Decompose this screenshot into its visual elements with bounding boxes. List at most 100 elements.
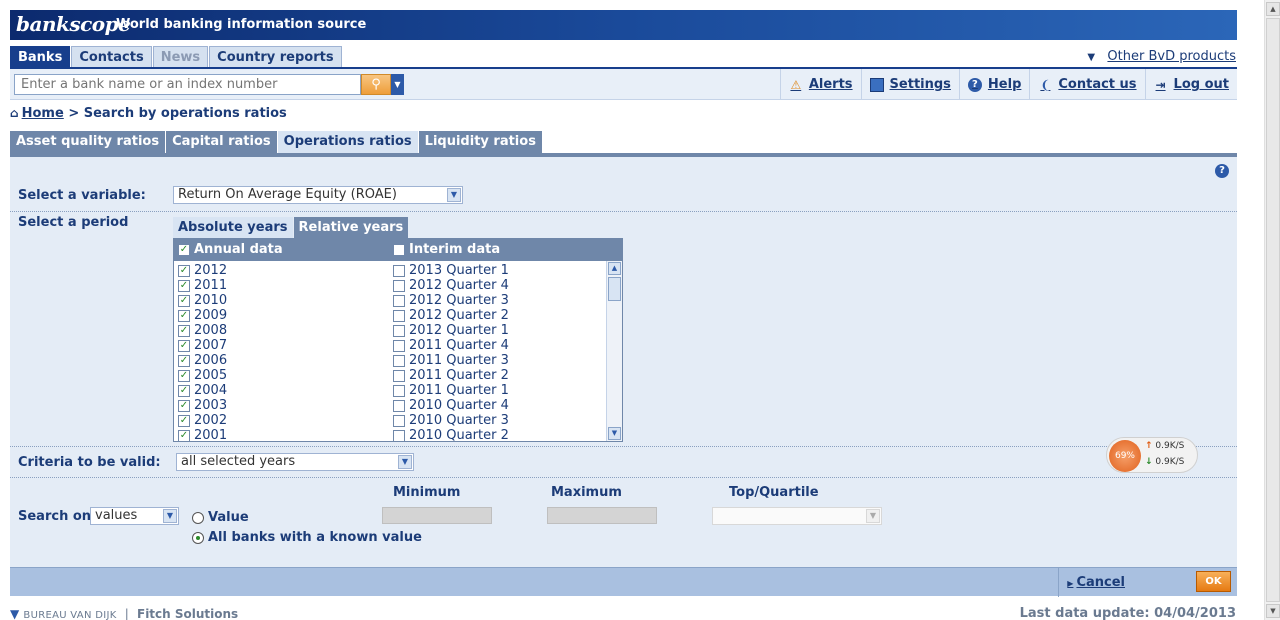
- tab-contacts[interactable]: Contacts: [71, 46, 152, 68]
- annual-item-label: 2012: [194, 263, 228, 278]
- interim-checkbox[interactable]: [393, 414, 405, 427]
- annual-list-item[interactable]: ✓ 2006: [178, 353, 227, 368]
- tab-absolute-years[interactable]: Absolute years: [173, 217, 293, 238]
- interim-checkbox[interactable]: [393, 369, 405, 382]
- ok-button[interactable]: OK: [1196, 571, 1231, 592]
- interim-list-item[interactable]: 2010 Quarter 3: [393, 413, 509, 428]
- annual-checkbox[interactable]: ✓: [178, 369, 190, 382]
- value-radio[interactable]: [192, 511, 204, 524]
- annual-list-item[interactable]: ✓ 2004: [178, 383, 227, 398]
- interim-list-item[interactable]: 2011 Quarter 2: [393, 368, 509, 383]
- tab-relative-years[interactable]: Relative years: [293, 217, 409, 238]
- value-radio-option[interactable]: Value: [192, 510, 249, 525]
- search-button[interactable]: ⚲: [361, 74, 391, 95]
- chevron-down-icon: ▼: [394, 80, 401, 89]
- network-speed-widget[interactable]: 69% ↑ 0.9K/S ↓ 0.9K/S: [1106, 437, 1198, 473]
- annual-list-item[interactable]: ✓ 2008: [178, 323, 227, 338]
- search-dropdown-button[interactable]: ▼: [391, 74, 404, 95]
- interim-list-item[interactable]: 2010 Quarter 2: [393, 428, 509, 441]
- annual-list-item[interactable]: ✓ 2010: [178, 293, 227, 308]
- interim-list-item[interactable]: 2010 Quarter 4: [393, 398, 509, 413]
- interim-list-item[interactable]: 2011 Quarter 3: [393, 353, 509, 368]
- interim-checkbox[interactable]: [393, 339, 405, 352]
- annual-list-item[interactable]: ✓ 2007: [178, 338, 227, 353]
- annual-header: ✓ Annual data: [178, 242, 283, 257]
- annual-list-item[interactable]: ✓ 2011: [178, 278, 227, 293]
- annual-item-label: 2007: [194, 338, 228, 353]
- annual-select-all-checkbox[interactable]: ✓: [178, 243, 190, 256]
- interim-select-all-checkbox[interactable]: [393, 243, 405, 256]
- tab-country-reports[interactable]: Country reports: [209, 46, 342, 68]
- contact-us-link[interactable]: ❨ Contact us: [1029, 69, 1144, 100]
- alerts-link[interactable]: ⚠ Alerts: [779, 69, 861, 100]
- annual-checkbox[interactable]: ✓: [178, 324, 190, 337]
- interim-list-item[interactable]: 2012 Quarter 2: [393, 308, 509, 323]
- annual-list-item[interactable]: ✓ 2009: [178, 308, 227, 323]
- interim-checkbox[interactable]: [393, 429, 405, 441]
- variable-label: Select a variable:: [18, 188, 146, 203]
- annual-checkbox[interactable]: ✓: [178, 429, 190, 441]
- tab-liquidity-ratios[interactable]: Liquidity ratios: [418, 131, 542, 153]
- bankscope-logo[interactable]: bankscope: [16, 12, 131, 36]
- scroll-down-icon[interactable]: ▼: [1266, 604, 1280, 618]
- criteria-select[interactable]: all selected years ▼: [176, 453, 414, 471]
- scroll-down-icon[interactable]: ▼: [608, 427, 621, 440]
- breadcrumb-current: Search by operations ratios: [83, 106, 287, 121]
- chevron-down-icon: ▼: [163, 509, 177, 523]
- all-banks-radio[interactable]: [192, 531, 204, 544]
- page-scrollbar[interactable]: ▲ ▼: [1264, 0, 1280, 620]
- tab-asset-quality-ratios[interactable]: Asset quality ratios: [10, 131, 166, 153]
- interim-checkbox[interactable]: [393, 384, 405, 397]
- annual-list-item[interactable]: ✓ 2005: [178, 368, 227, 383]
- interim-checkbox[interactable]: [393, 294, 405, 307]
- all-banks-radio-option[interactable]: All banks with a known value: [192, 530, 422, 545]
- breadcrumb-home-link[interactable]: Home: [22, 106, 64, 121]
- other-bvd-products-link[interactable]: ▼ Other BvD products: [1087, 49, 1236, 64]
- annual-checkbox[interactable]: ✓: [178, 414, 190, 427]
- annual-checkbox[interactable]: ✓: [178, 279, 190, 292]
- interim-checkbox[interactable]: [393, 264, 405, 277]
- settings-link[interactable]: Settings: [860, 69, 959, 100]
- annual-checkbox[interactable]: ✓: [178, 309, 190, 322]
- annual-checkbox[interactable]: ✓: [178, 354, 190, 367]
- variable-select[interactable]: Return On Average Equity (ROAE) ▼: [173, 186, 463, 204]
- tab-capital-ratios[interactable]: Capital ratios: [166, 131, 277, 153]
- period-selector: ✓ Annual data Interim data ✓ 2012 ✓ 2011 ✓ 201…: [173, 238, 623, 442]
- logout-link[interactable]: ⇥ Log out: [1144, 69, 1237, 100]
- annual-list-item[interactable]: ✓ 2003: [178, 398, 227, 413]
- annual-checkbox[interactable]: ✓: [178, 264, 190, 277]
- interim-checkbox[interactable]: [393, 324, 405, 337]
- help-link[interactable]: ? Help: [958, 69, 1029, 100]
- interim-list-item[interactable]: 2011 Quarter 1: [393, 383, 509, 398]
- annual-item-label: 2008: [194, 323, 228, 338]
- interim-checkbox[interactable]: [393, 279, 405, 292]
- scroll-thumb[interactable]: [608, 277, 621, 301]
- annual-list-item[interactable]: ✓ 2002: [178, 413, 227, 428]
- annual-checkbox[interactable]: ✓: [178, 384, 190, 397]
- bvd-brand: BUREAU VAN DIJK: [23, 610, 117, 620]
- annual-checkbox[interactable]: ✓: [178, 339, 190, 352]
- scroll-up-icon[interactable]: ▲: [1266, 2, 1280, 16]
- annual-checkbox[interactable]: ✓: [178, 294, 190, 307]
- scroll-up-icon[interactable]: ▲: [608, 262, 621, 275]
- interim-header: Interim data: [393, 242, 500, 257]
- annual-list-item[interactable]: ✓ 2012: [178, 263, 227, 278]
- interim-list-item[interactable]: 2012 Quarter 1: [393, 323, 509, 338]
- period-scrollbar[interactable]: ▲ ▼: [606, 261, 622, 441]
- help-icon[interactable]: ?: [1215, 164, 1229, 178]
- tab-operations-ratios[interactable]: Operations ratios: [277, 131, 418, 153]
- cancel-link[interactable]: ▶ Cancel: [1058, 568, 1125, 597]
- interim-checkbox[interactable]: [393, 399, 405, 412]
- search-on-select[interactable]: values ▼: [90, 507, 179, 525]
- bank-search-input[interactable]: [14, 74, 361, 95]
- annual-checkbox[interactable]: ✓: [178, 399, 190, 412]
- interim-list-item[interactable]: 2012 Quarter 4: [393, 278, 509, 293]
- tab-banks[interactable]: Banks: [10, 46, 71, 68]
- scroll-thumb[interactable]: [1266, 18, 1280, 602]
- interim-list-item[interactable]: 2013 Quarter 1: [393, 263, 509, 278]
- interim-list-item[interactable]: 2011 Quarter 4: [393, 338, 509, 353]
- interim-list-item[interactable]: 2012 Quarter 3: [393, 293, 509, 308]
- interim-checkbox[interactable]: [393, 354, 405, 367]
- interim-checkbox[interactable]: [393, 309, 405, 322]
- annual-list-item[interactable]: ✓ 2001: [178, 428, 227, 441]
